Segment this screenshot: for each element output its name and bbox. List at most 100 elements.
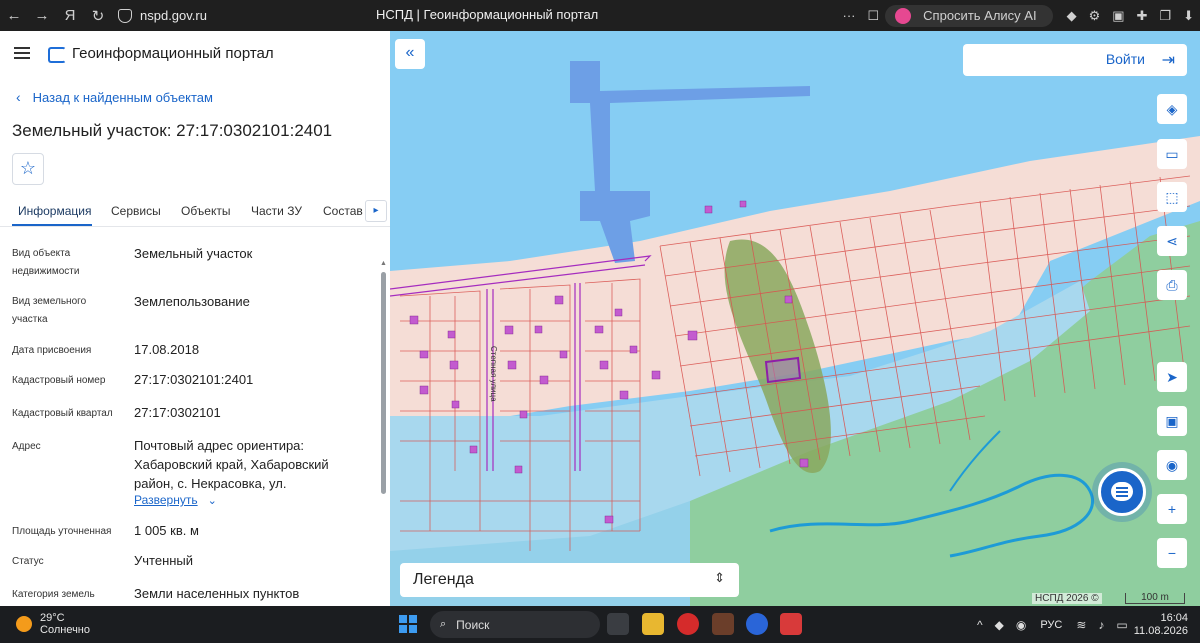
login-button[interactable]: Войти ⇥ <box>963 44 1187 76</box>
attribute-value: Земельный участок <box>134 246 253 261</box>
bookmark-icon[interactable]: ☐ <box>868 8 880 24</box>
search-label: Поиск <box>456 617 490 632</box>
extension-square-icon[interactable]: ▣ <box>1112 8 1124 24</box>
volume-icon[interactable]: ♪ <box>1098 618 1104 632</box>
tab-services[interactable]: Сервисы <box>111 204 161 218</box>
hamburger-menu-icon[interactable] <box>14 47 30 59</box>
scale-label: 100 m <box>1141 592 1169 603</box>
extensions-puzzle-icon[interactable]: ✚ <box>1137 8 1148 24</box>
task-view-icon[interactable] <box>607 613 629 635</box>
attribute-value: 27:17:0302101 <box>134 405 221 420</box>
sun-icon <box>16 616 32 632</box>
double-chevron-left-icon: « <box>405 44 415 61</box>
chat-bubble-icon <box>1111 482 1133 501</box>
alice-label: Спросить Алису AI <box>923 8 1037 23</box>
windows-start-icon[interactable] <box>399 615 418 634</box>
file-explorer-icon[interactable] <box>642 613 664 635</box>
tray-app-icon[interactable]: ◉ <box>1016 618 1026 632</box>
attribute-value: 17.08.2018 <box>134 342 200 357</box>
app-icon[interactable] <box>712 613 734 635</box>
extension-icon[interactable]: ⚙ <box>1089 8 1101 24</box>
attribute-label: Дата присвоения <box>12 345 92 356</box>
star-icon: ☆ <box>19 158 37 178</box>
tab-composition[interactable]: Состав <box>323 204 363 218</box>
ask-alice-button[interactable]: Спросить Алису AI <box>885 4 1053 27</box>
back-arrow-icon[interactable]: ← <box>0 7 28 24</box>
attribute-label: Статус <box>12 556 44 567</box>
attribute-value: 27:17:0302101:2401 <box>134 372 254 387</box>
attribute-label: Вид объекта недвижимости <box>12 248 80 277</box>
share-button[interactable]: ⋖ <box>1157 226 1187 256</box>
favorite-star-button[interactable]: ☆ <box>12 153 44 185</box>
share-icon: ⋖ <box>1166 233 1178 249</box>
page-menu-icon[interactable]: ··· <box>843 8 856 23</box>
chevron-left-icon: ‹ <box>16 89 21 105</box>
map-view[interactable]: Степная улица « Войти ⇥ ◈ ▭ ⬚ ⋖ ⎙ ➤ ▣ ◉ … <box>390 31 1200 606</box>
wifi-icon[interactable]: ≋ <box>1076 618 1086 632</box>
panel-scrollbar[interactable]: ▲ ▼ <box>380 260 387 628</box>
select-area-button[interactable]: ⬚ <box>1157 182 1187 212</box>
login-label: Войти <box>1105 51 1145 67</box>
tray-app-icon[interactable]: ◆ <box>995 618 1004 632</box>
ruler-icon: ▭ <box>1165 146 1179 162</box>
tab-information[interactable]: Информация <box>18 204 91 218</box>
app-c-icon[interactable] <box>746 613 768 635</box>
attribute-value: 1 005 кв. м <box>134 523 199 538</box>
clock-date: 11.08.2026 <box>1133 624 1188 637</box>
system-clock[interactable]: 16:04 11.08.2026 <box>1134 612 1188 638</box>
input-language[interactable]: РУС <box>1040 619 1062 631</box>
object-info-panel: Геоинформационный портал ‹ Назад к найде… <box>0 31 390 627</box>
attribute-label: Вид земельного участка <box>12 296 87 325</box>
print-icon: ⎙ <box>1166 277 1178 293</box>
wps-office-icon[interactable] <box>780 613 802 635</box>
legend-label: Легенда <box>413 571 474 588</box>
legend-dropdown[interactable]: Легенда ⇕ <box>400 563 739 597</box>
my-location-button[interactable]: ➤ <box>1157 362 1187 392</box>
map-scale-bar: 100 m <box>1125 593 1185 604</box>
scroll-up-icon[interactable]: ▲ <box>380 260 387 267</box>
map-canvas[interactable]: Степная улица <box>390 31 1200 606</box>
expand-address[interactable]: Развернуть ⌄ <box>134 491 217 509</box>
collections-icon[interactable]: ❐ <box>1159 8 1171 24</box>
weather-condition: Солнечно <box>40 624 90 636</box>
scrollbar-thumb[interactable] <box>381 272 386 494</box>
tab-objects[interactable]: Объекты <box>181 204 231 218</box>
taskbar-search[interactable]: ⌕ Поиск <box>430 611 600 638</box>
yandex-browser-icon[interactable] <box>677 613 699 635</box>
collapse-panel-button[interactable]: « <box>395 39 425 69</box>
print-button[interactable]: ⎙ <box>1157 270 1187 300</box>
layers-button[interactable]: ◈ <box>1157 94 1187 124</box>
info-tabs: Информация Сервисы Объекты Части ЗУ Сост… <box>0 198 390 227</box>
measure-button[interactable]: ▭ <box>1157 139 1187 169</box>
active-tab-underline <box>12 224 92 226</box>
windows-taskbar: 29°C Солнечно ⌕ Поиск ^ ◆ ◉ РУС ≋ ♪ ▭ 16… <box>0 606 1200 643</box>
portal-name: Геоинформационный портал <box>72 44 274 62</box>
attribute-label: Адрес <box>12 441 41 452</box>
geo-search-button[interactable]: ◉ <box>1157 450 1187 480</box>
reload-icon[interactable]: ↻ <box>84 7 112 25</box>
expand-link[interactable]: Развернуть <box>134 493 198 507</box>
zoom-out-button[interactable]: − <box>1157 538 1187 568</box>
battery-icon[interactable]: ▭ <box>1116 618 1127 632</box>
zoom-in-button[interactable]: + <box>1157 494 1187 524</box>
minimap-button[interactable]: ▣ <box>1157 406 1187 436</box>
page-title: Земельный участок: 27:17:0302101:2401 <box>12 121 333 140</box>
extension-shield-icon[interactable]: ◆ <box>1067 8 1077 24</box>
tab-parts[interactable]: Части ЗУ <box>251 204 302 218</box>
yandex-icon[interactable]: Я <box>56 7 84 24</box>
location-pin-icon: ◉ <box>1165 457 1179 473</box>
system-tray: ^ ◆ ◉ РУС ≋ ♪ ▭ 16:04 11.08.2026 <box>971 606 1200 643</box>
weather-widget[interactable]: 29°C Солнечно <box>16 612 90 636</box>
attribute-label: Категория земель <box>12 589 95 600</box>
back-to-results-link[interactable]: ‹ Назад к найденным объектам <box>16 89 213 105</box>
tray-arrow-icon[interactable]: ^ <box>977 618 983 632</box>
tabs-scroll-right-button[interactable]: ▸ <box>365 200 387 222</box>
downloads-icon[interactable]: ⬇ <box>1183 8 1194 24</box>
panel-header: Геоинформационный портал <box>0 31 390 75</box>
address-bar[interactable]: nspd.gov.ru <box>118 8 207 23</box>
login-icon: ⇥ <box>1161 52 1175 69</box>
chevron-down-icon: ⌄ <box>207 495 217 507</box>
chat-support-button[interactable] <box>1098 468 1146 516</box>
forward-arrow-icon[interactable]: → <box>28 7 56 24</box>
attribute-label: Площадь уточненная <box>12 526 112 537</box>
